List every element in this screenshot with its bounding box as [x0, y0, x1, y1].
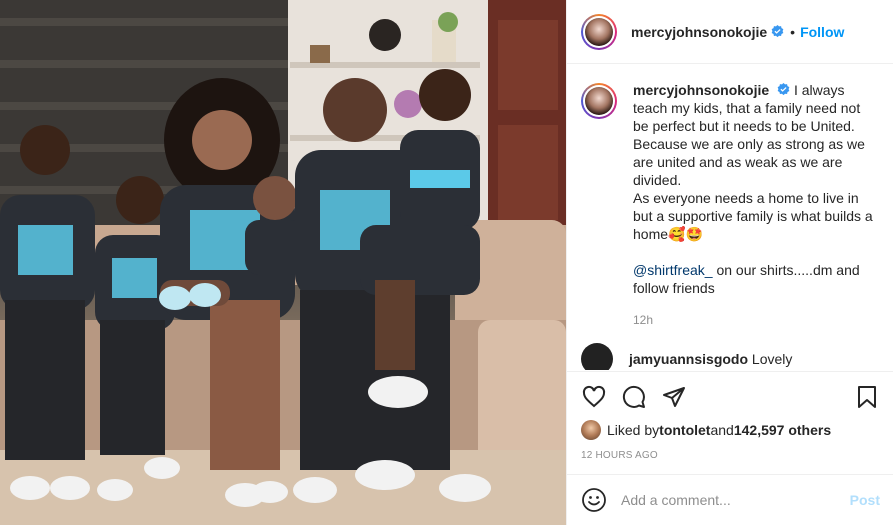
- caption-timestamp[interactable]: 12h: [633, 313, 880, 327]
- smiley-icon[interactable]: [581, 487, 607, 513]
- comment-username[interactable]: jamyuannsisgodo: [629, 351, 748, 367]
- likes-summary: Liked by tontolet and 142,597 others: [581, 420, 880, 440]
- verified-badge-icon: [777, 83, 790, 96]
- post-photo[interactable]: [0, 0, 566, 525]
- liker-avatar[interactable]: [581, 420, 601, 440]
- caption-comment: mercyjohnsonokojie I always teach my kid…: [581, 81, 880, 297]
- comment-avatar[interactable]: [581, 343, 613, 370]
- paper-plane-icon[interactable]: [661, 384, 687, 410]
- liked-by-user-link[interactable]: tontolet: [659, 422, 710, 438]
- family-photo-illustration: [0, 0, 566, 525]
- separator-dot: •: [790, 23, 796, 40]
- caption-text: I always teach my kids, that a family ne…: [633, 82, 873, 242]
- follow-button[interactable]: Follow: [800, 24, 844, 40]
- comment-item: jamyuannsisgodo Lovely: [581, 343, 880, 370]
- bookmark-icon[interactable]: [854, 384, 880, 410]
- post-header: mercyjohnsonokojie • Follow: [567, 0, 893, 64]
- heart-icon[interactable]: [581, 384, 607, 410]
- comment-text: Lovely: [748, 351, 793, 367]
- verified-badge-icon: [771, 25, 784, 38]
- post-side-panel: mercyjohnsonokojie • Follow mercyjohnson…: [566, 0, 893, 525]
- caption-username[interactable]: mercyjohnsonokojie: [633, 82, 769, 98]
- add-comment-bar: Post: [567, 474, 893, 525]
- caption-mention-link[interactable]: @shirtfreak_: [633, 262, 713, 278]
- profile-avatar[interactable]: [581, 13, 617, 50]
- liked-by-mid: and: [710, 422, 734, 438]
- post-timestamp[interactable]: 12 HOURS AGO: [581, 450, 880, 461]
- comment-input[interactable]: [621, 492, 850, 508]
- liked-by-prefix: Liked by: [607, 422, 660, 438]
- comments-list[interactable]: mercyjohnsonokojie I always teach my kid…: [567, 65, 893, 370]
- comment-bubble-icon[interactable]: [621, 384, 647, 410]
- post-comment-button[interactable]: Post: [850, 492, 880, 508]
- username-link[interactable]: mercyjohnsonokojie: [631, 24, 767, 40]
- likes-count-link[interactable]: 142,597 others: [734, 422, 831, 438]
- caption-avatar[interactable]: [581, 83, 617, 119]
